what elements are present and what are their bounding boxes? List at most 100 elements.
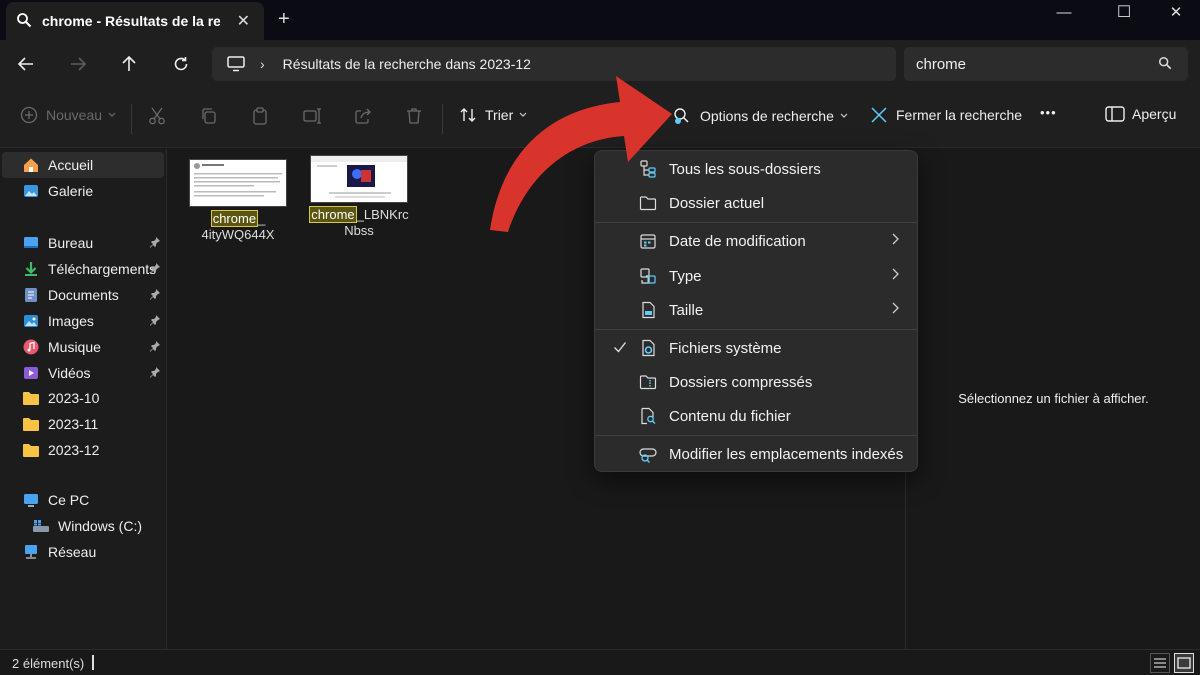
trash-icon — [407, 108, 421, 124]
pin-icon[interactable] — [149, 365, 161, 381]
file-item[interactable]: chrome _LBNKrc Nbss — [306, 155, 412, 239]
address-row: › Résultats de la recherche dans 2023-12… — [0, 40, 1200, 88]
menu-item-dossier-actuel[interactable]: Dossier actuel — [599, 187, 913, 219]
pin-icon[interactable] — [149, 287, 161, 303]
search-icon[interactable] — [1158, 56, 1172, 74]
breadcrumb-chevron-icon[interactable]: › — [260, 56, 265, 72]
pin-icon[interactable] — [149, 313, 161, 329]
sidebar-item-videos[interactable]: Vidéos — [0, 360, 165, 386]
search-match-highlight: chrome — [309, 206, 357, 223]
preview-pane-button[interactable]: Aperçu — [1105, 106, 1176, 122]
new-button-label: Nouveau — [46, 107, 103, 123]
sidebar-item-label: Images — [48, 313, 94, 329]
plus-circle-icon — [20, 106, 38, 124]
subfolders-icon — [639, 160, 657, 178]
drive-icon — [32, 517, 50, 535]
command-bar: Nouveau Trier Options de recherche Ferme… — [0, 88, 1200, 148]
breadcrumb-path[interactable]: Résultats de la recherche dans 2023-12 — [283, 56, 531, 72]
new-button[interactable]: Nouveau — [20, 106, 116, 124]
back-button[interactable] — [12, 50, 40, 78]
menu-item-date-de-modification[interactable]: Date de modification — [599, 225, 913, 257]
cut-button[interactable] — [147, 106, 167, 126]
folder-icon — [22, 415, 40, 433]
desktop-icon — [22, 234, 40, 252]
forward-button[interactable] — [64, 50, 92, 78]
tab-close-icon[interactable]: ✕ — [237, 11, 250, 31]
file-item[interactable]: chrome _ 4ityWQ644X — [185, 159, 291, 243]
close-search-button[interactable]: Fermer la recherche — [870, 106, 1022, 124]
chevron-right-icon — [891, 301, 899, 318]
copy-icon — [202, 108, 216, 124]
sidebar-item-telechargements[interactable]: Téléchargements — [0, 256, 165, 282]
refresh-button[interactable] — [167, 50, 195, 78]
sidebar-item-label: Accueil — [48, 157, 94, 173]
status-bar: 2 élément(s) — [0, 649, 1200, 675]
close-window-button[interactable]: ✕ — [1156, 3, 1196, 25]
list-view-icon — [1154, 658, 1166, 668]
paste-button[interactable] — [250, 106, 270, 126]
menu-item-modifier-emplacements-indexes[interactable]: Modifier les emplacements indexés — [599, 438, 913, 470]
scissors-icon — [149, 107, 165, 125]
sidebar-item-musique[interactable]: Musique — [0, 334, 165, 360]
minimize-button[interactable]: — — [1044, 4, 1084, 26]
file-name-line2: 4ityWQ644X — [201, 227, 275, 242]
menu-item-label: Tous les sous-dossiers — [669, 160, 821, 178]
pin-icon[interactable] — [149, 235, 161, 251]
chevron-right-icon — [891, 232, 899, 249]
sidebar-item-label: 2023-12 — [48, 442, 100, 458]
menu-item-tous-les-sous-dossiers[interactable]: Tous les sous-dossiers — [599, 153, 913, 185]
copy-button[interactable] — [199, 106, 219, 126]
large-icons-view-button[interactable] — [1174, 653, 1194, 673]
up-button[interactable] — [115, 50, 143, 78]
title-bar: chrome - Résultats de la reche ✕ + — ☐ ✕ — [0, 0, 1200, 40]
folder-icon — [22, 441, 40, 459]
rename-button[interactable] — [302, 106, 322, 126]
pin-icon[interactable] — [149, 261, 161, 277]
menu-item-type[interactable]: Type — [599, 260, 913, 292]
more-options-button[interactable]: ••• — [1040, 105, 1057, 120]
file-name-part: _ — [258, 211, 266, 226]
sidebar-item-images[interactable]: Images — [0, 308, 165, 334]
sidebar-item-galerie[interactable]: Galerie — [0, 178, 165, 204]
system-file-icon — [639, 339, 657, 357]
search-icon — [16, 12, 32, 31]
gallery-icon — [22, 182, 40, 200]
sidebar-item-accueil[interactable]: Accueil — [2, 152, 164, 178]
menu-item-dossiers-compresses[interactable]: Dossiers compressés — [599, 366, 913, 398]
menu-item-label: Taille — [669, 301, 704, 319]
delete-button[interactable] — [404, 106, 424, 126]
search-options-button[interactable]: Options de recherche — [672, 106, 848, 126]
home-icon — [22, 156, 40, 174]
menu-item-contenu-du-fichier[interactable]: Contenu du fichier — [599, 400, 913, 432]
sort-button[interactable]: Trier — [459, 106, 527, 124]
address-bar[interactable]: › Résultats de la recherche dans 2023-12 — [212, 47, 896, 81]
menu-item-fichiers-systeme[interactable]: Fichiers système — [599, 332, 913, 364]
menu-item-label: Dossiers compressés — [669, 373, 813, 391]
sidebar-item-2023-10[interactable]: 2023-10 — [0, 385, 165, 411]
preview-pane-icon — [1105, 106, 1125, 122]
sidebar-item-label: Téléchargements — [48, 261, 157, 277]
sidebar-item-2023-12[interactable]: 2023-12 — [0, 437, 165, 463]
sidebar-item-reseau[interactable]: Réseau — [0, 539, 165, 565]
search-options-icon — [674, 108, 689, 124]
sidebar-item-ce-pc[interactable]: Ce PC — [0, 487, 165, 513]
share-button[interactable] — [353, 106, 373, 126]
sidebar-item-2023-11[interactable]: 2023-11 — [0, 411, 165, 437]
sidebar-item-label: Documents — [48, 287, 119, 303]
sidebar-item-windows-c[interactable]: Windows (C:) — [0, 513, 165, 539]
videos-icon — [22, 364, 40, 382]
menu-item-taille[interactable]: Taille — [599, 294, 913, 326]
type-icon — [639, 267, 657, 285]
sidebar-item-documents[interactable]: Documents — [0, 282, 165, 308]
details-view-button[interactable] — [1150, 653, 1170, 673]
tab-search-results[interactable]: chrome - Résultats de la reche ✕ — [6, 2, 264, 40]
maximize-button[interactable]: ☐ — [1104, 2, 1144, 24]
sidebar-item-label: Galerie — [48, 183, 94, 199]
checkmark-icon — [613, 340, 627, 357]
search-input[interactable]: chrome — [904, 47, 1188, 81]
sort-icon — [460, 108, 476, 122]
pin-icon[interactable] — [149, 339, 161, 355]
sidebar-item-bureau[interactable]: Bureau — [0, 230, 165, 256]
toolbar-divider — [442, 104, 443, 134]
new-tab-button[interactable]: + — [278, 8, 290, 31]
